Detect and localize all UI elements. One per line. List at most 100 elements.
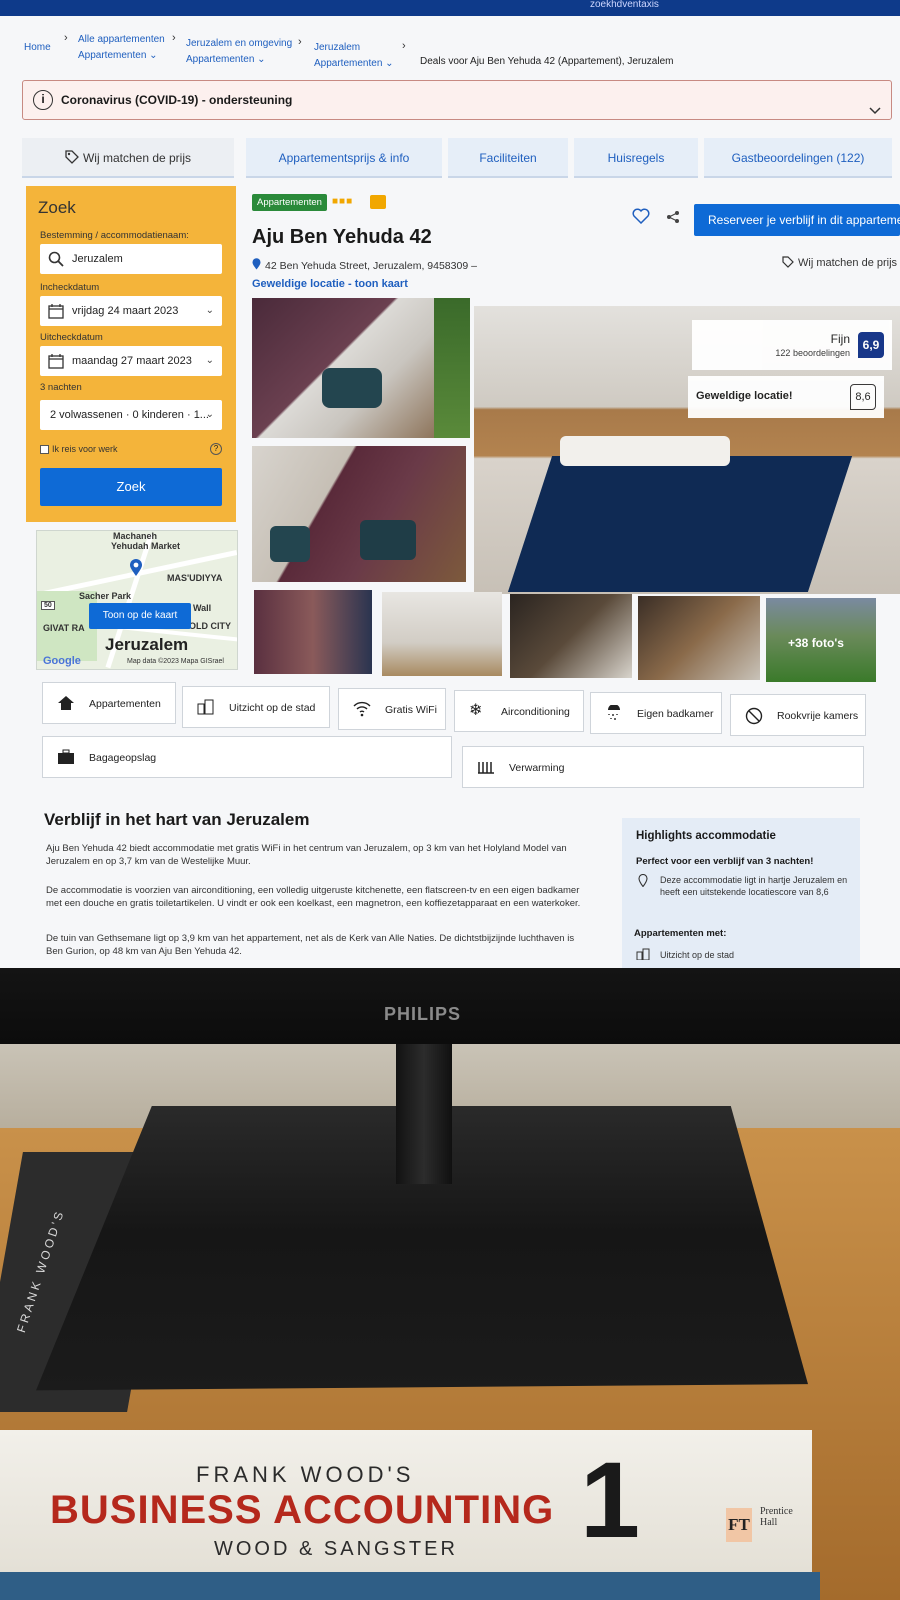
map-label: GIVAT RA [43,623,85,633]
description-paragraph: De tuin van Gethsemane ligt op 3,9 km va… [46,933,575,957]
tab-price-info[interactable]: Appartementsprijs & info [246,138,442,178]
highlights-subtitle: Perfect voor een verblijf van 3 nachten! [636,856,814,867]
facility-apartments: Appartementen [42,682,176,724]
map-label: Machaneh [113,531,158,541]
city-icon [636,948,650,960]
chevron-right-icon: › [172,32,176,44]
breadcrumb-city[interactable]: Jeruzalem Appartementen ⌄ [314,40,394,72]
book-title: BUSINESS ACCOUNTING [50,1488,555,1532]
description-title: Verblijf in het hart van Jeruzalem [44,810,310,829]
show-map-link[interactable]: Geweldige locatie - toon kaart [252,278,408,290]
destination-input[interactable]: Jeruzalem [40,244,222,274]
book-authors: WOOD & SANGSTER [214,1538,458,1560]
rating-word: Fijn [830,332,850,346]
breadcrumb-all-apartments[interactable]: Alle appartementen Appartementen ⌄ [78,32,165,64]
highlights-title: Highlights accommodatie [636,830,776,842]
search-button[interactable]: Zoek [40,468,222,506]
checkout-date-select[interactable]: maandag 27 maart 2023 ⌄ [40,346,222,376]
top-bar-text: zoekhdventaxis [590,0,659,10]
location-score: 8,6 [850,384,876,410]
destination-label: Bestemming / accommodatienaam: [40,230,189,241]
blue-book [0,1572,820,1600]
facility-wifi: Gratis WiFi [338,688,446,730]
map-city-label: Jeruzalem [105,635,189,654]
highlights-description: Deze accommodatie ligt in hartje Jeruzal… [660,875,848,897]
photo-chair [360,520,416,560]
map-preview[interactable]: Machaneh Yehudah Market MAS'UDIYYA Sache… [36,530,238,670]
checkin-date-select[interactable]: vrijdag 24 maart 2023 ⌄ [40,296,222,326]
map-label: Wall [193,603,212,613]
monitor-stand-neck [396,1044,452,1184]
guests-select[interactable]: 2 volwassenen · 0 kinderen · 1... ⌄ [40,400,222,430]
chevron-down-icon: ⌄ [205,355,214,366]
photo-workspace[interactable] [252,446,466,582]
search-panel: Zoek Bestemming / accommodatienaam: Jeru… [26,186,236,522]
facility-private-bathroom: Eigen badkamer [590,692,722,734]
chevron-down-icon: ⌄ [385,58,394,69]
map-label: MAS'UDIYYA [167,573,223,583]
checkbox-box [40,445,49,455]
city-icon [197,699,214,715]
help-icon[interactable]: ? [210,443,222,455]
share-icon[interactable] [666,210,680,224]
breadcrumb-home[interactable]: Home [24,40,51,56]
tag-icon [782,256,794,268]
book-volume-number: 1 [580,1439,641,1560]
more-photos-label[interactable]: +38 foto's [788,636,844,650]
monitor-screen: zoekhdventaxis Home › Alle appartementen… [0,0,900,968]
review-score-card[interactable]: Fijn 122 beoordelingen 6,9 [692,320,892,370]
search-icon [48,251,64,267]
chevron-down-icon [869,107,881,115]
google-logo: Google [43,655,81,667]
reserve-button[interactable]: Reserveer je verblijf in dit appartement [694,204,900,236]
map-label: Sacher Park [79,591,132,601]
location-score-card: Geweldige locatie! 8,6 [688,376,884,418]
heart-icon[interactable] [632,208,650,224]
property-name: Aju Ben Yehuda 42 [252,226,432,248]
thumbs-up-icon [370,195,386,209]
chevron-right-icon: › [298,36,302,48]
tab-facilities[interactable]: Faciliteiten [448,138,568,178]
map-copyright: Map data ©2023 Mapa GISrael [127,658,224,665]
photo-thumb[interactable] [510,594,632,678]
rating-score: 6,9 [858,332,884,358]
covid-banner[interactable]: i Coronavirus (COVID-19) - ondersteuning [22,80,892,120]
photo-thumb[interactable] [382,592,502,676]
photo-pillows [560,436,730,466]
photo-plant [434,298,470,438]
book-publisher: Prentice Hall [760,1506,793,1528]
chevron-down-icon: ⌄ [205,409,214,420]
breadcrumb-region[interactable]: Jeruzalem en omgeving Appartementen ⌄ [186,36,292,68]
no-smoking-icon [745,707,763,725]
rating-squares-icon: ■■■ [332,196,354,207]
photo-bed [507,456,853,592]
heater-icon [478,762,494,774]
photo-thumb[interactable] [638,596,760,680]
chevron-right-icon: › [64,32,68,44]
monitor-brand-logo: PHILIPS [384,1004,462,1024]
calendar-icon [48,354,64,369]
calendar-icon [48,304,64,319]
chevron-down-icon: ⌄ [257,54,266,65]
chevron-right-icon: › [402,40,406,52]
facility-city-view: Uitzicht op de stad [182,686,330,728]
breadcrumb-current: Deals voor Aju Ben Yehuda 42 (Appartemen… [420,56,674,67]
shower-icon [608,705,620,720]
photo-thumb[interactable] [254,590,372,674]
description-paragraph: De accommodatie is voorzien van aircondi… [46,885,581,909]
photo-living-room[interactable] [252,298,470,438]
book-author-header: FRANK WOOD'S [196,1462,415,1487]
browser-top-bar: zoekhdventaxis [0,0,900,16]
price-match-link[interactable]: Wij matchen de prijs [782,256,897,269]
work-travel-checkbox[interactable]: Ik reis voor werk [40,444,118,455]
facility-luggage-storage: Bagageopslag [42,736,452,778]
checkin-label: Incheckdatum [40,282,100,293]
tab-reviews[interactable]: Gastbeoordelingen (122) [704,138,892,178]
photo-chair [270,526,310,562]
route-shield: 50 [41,601,55,610]
luggage-icon [58,749,74,764]
tab-price-match[interactable]: Wij matchen de prijs [22,138,234,178]
show-on-map-button[interactable]: Toon op de kaart [89,603,191,629]
tab-house-rules[interactable]: Huisregels [574,138,698,178]
ft-logo: FT [726,1508,752,1542]
